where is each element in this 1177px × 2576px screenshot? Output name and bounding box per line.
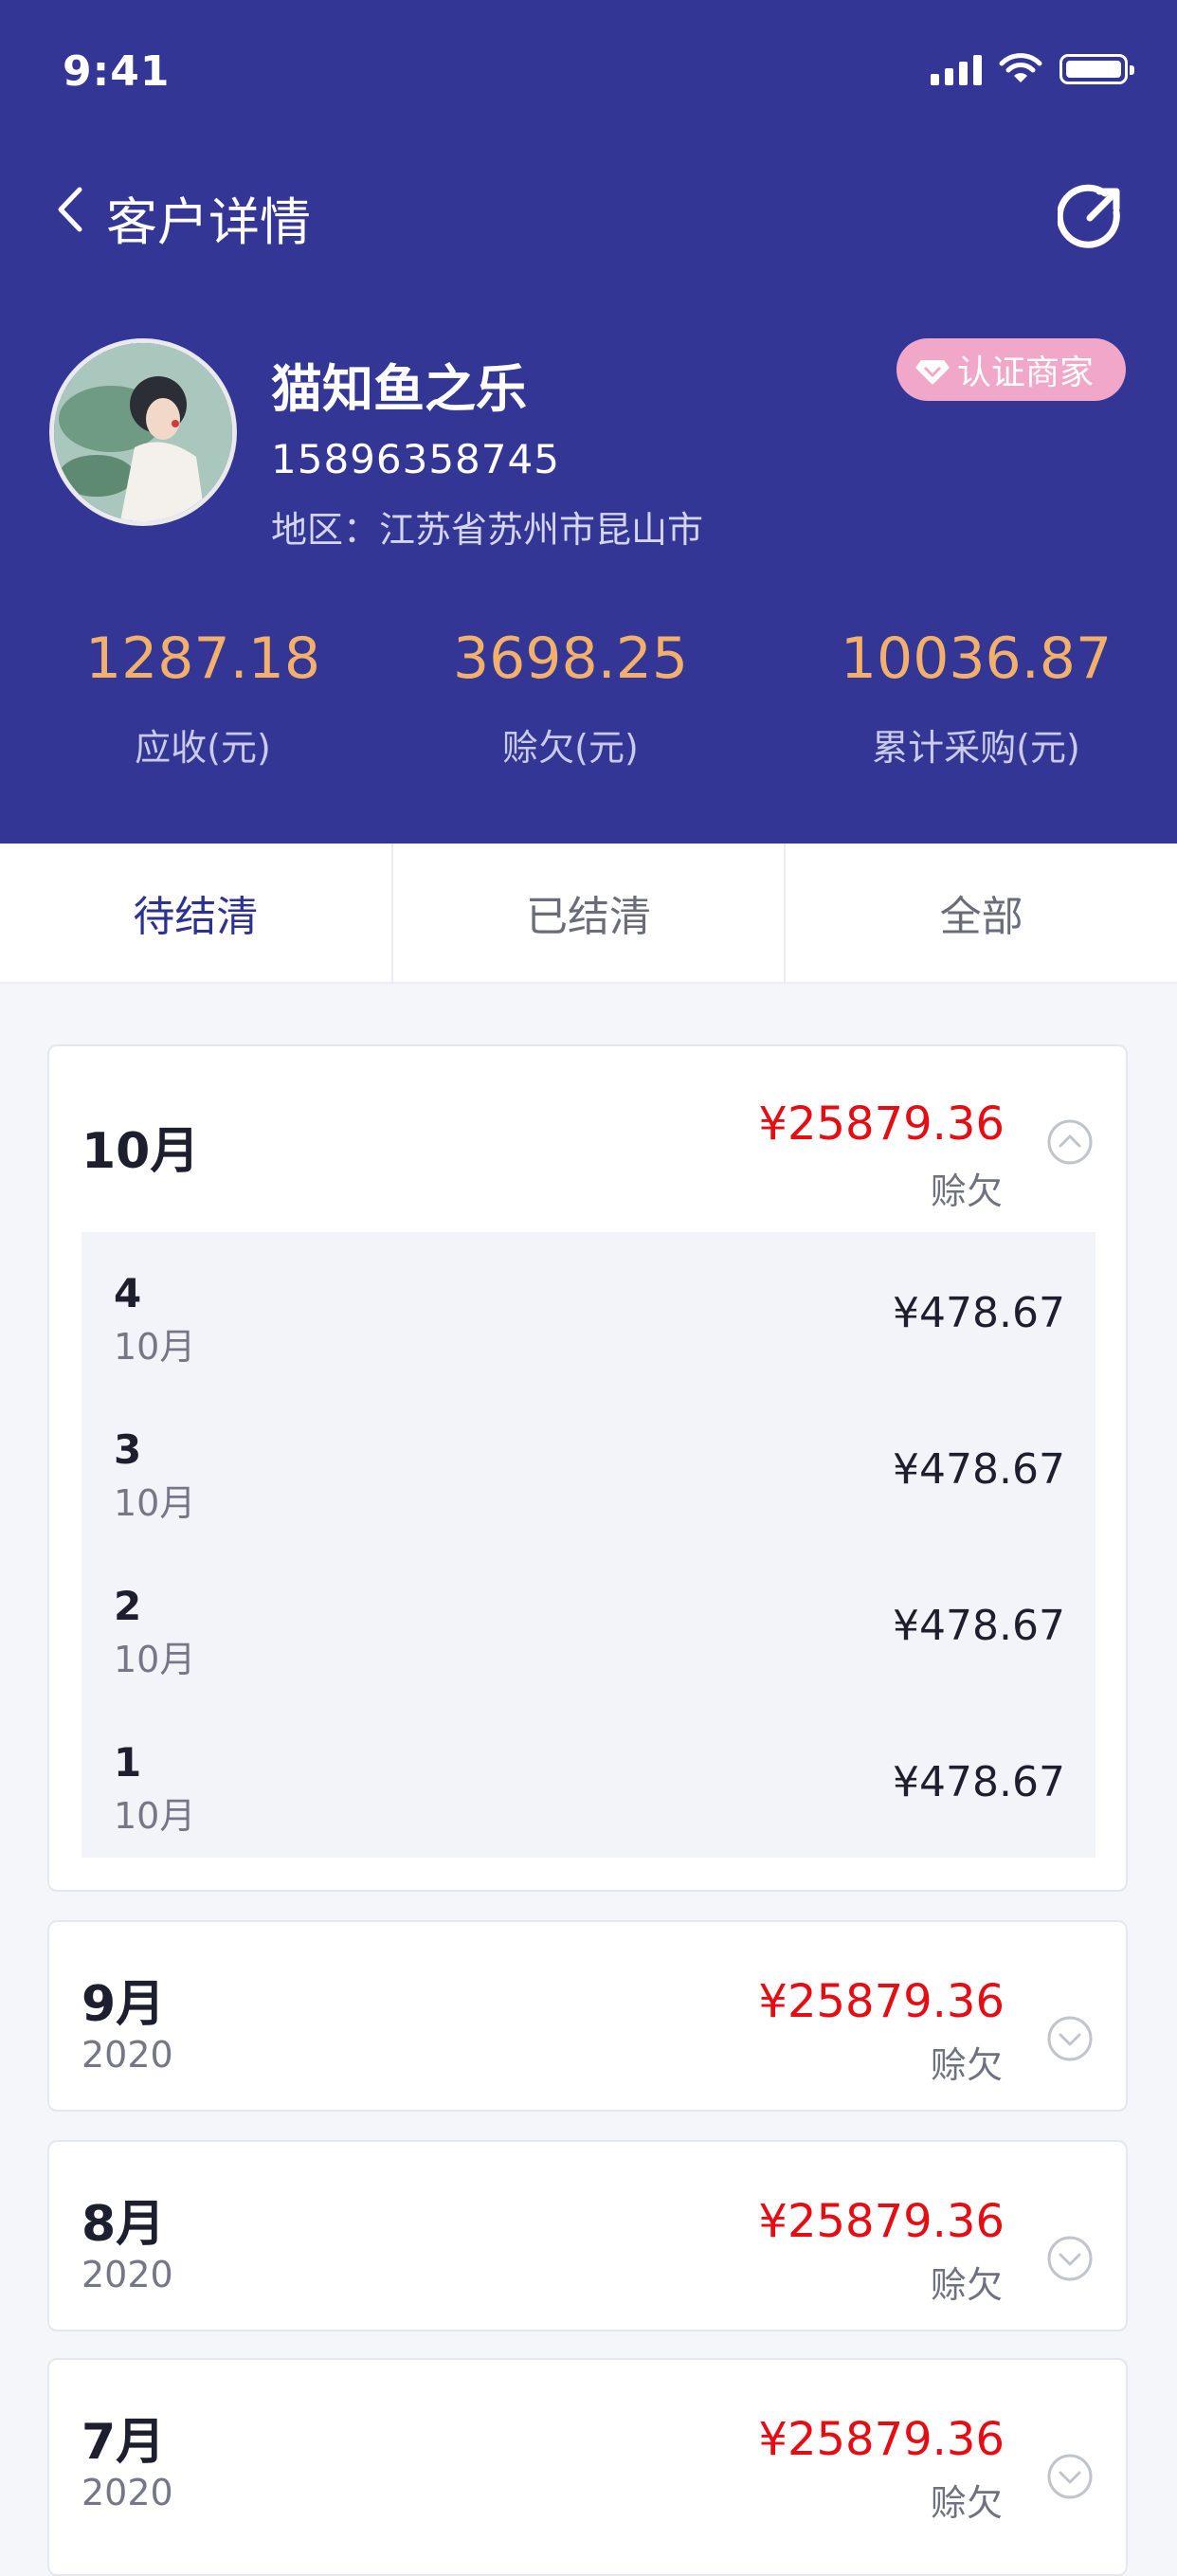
card-month: 8月 <box>81 2196 166 2253</box>
order-number: 1 <box>114 1739 142 1786</box>
order-item[interactable]: 1 10月 ¥478.67 <box>81 1701 1096 1858</box>
stat-label: 赊欠(元) <box>502 727 639 769</box>
order-month: 10月 <box>114 1639 196 1680</box>
card-amount: ¥25879.36 <box>758 2195 1005 2248</box>
certified-merchant-badge: 认证商家 <box>896 338 1126 401</box>
card-amount: ¥25879.36 <box>758 1975 1005 2028</box>
card-amount-label: 赊欠 <box>930 2264 1003 2306</box>
status-time: 9:41 <box>63 47 171 96</box>
tab-settled[interactable]: 已结清 <box>393 844 787 982</box>
order-amount: ¥478.67 <box>893 1445 1065 1494</box>
card-amount: ¥25879.36 <box>758 2413 1005 2466</box>
stat-value: 3698.25 <box>452 626 689 692</box>
customer-header: 9:41 客户详情 猫知鱼之乐 15896358745 地区：江苏省苏州市昆山市… <box>0 0 1177 844</box>
share-icon[interactable] <box>1058 182 1126 250</box>
order-item[interactable]: 3 10月 ¥478.67 <box>81 1388 1096 1545</box>
stat-value: 1287.18 <box>84 626 321 692</box>
cellular-signal-icon <box>931 53 982 85</box>
stat-total-purchase: 10036.87 累计采购(元) <box>824 626 1128 771</box>
month-card-expanded[interactable]: 10月 ¥25879.36 赊欠 4 10月 ¥478.67 3 10月 ¥47… <box>47 1044 1128 1892</box>
card-month: 7月 <box>81 2414 166 2471</box>
card-month: 9月 <box>81 1976 166 2033</box>
order-amount: ¥478.67 <box>893 1758 1065 1806</box>
stat-label: 累计采购(元) <box>872 727 1080 769</box>
stat-receivable: 1287.18 应收(元) <box>51 626 354 771</box>
order-amount: ¥478.67 <box>893 1289 1065 1337</box>
order-month: 10月 <box>114 1326 196 1368</box>
card-amount-label: 赊欠 <box>930 2482 1003 2524</box>
order-number: 4 <box>114 1270 142 1316</box>
diamond-badge-icon <box>915 360 950 385</box>
stat-credit: 3698.25 赊欠(元) <box>419 626 722 771</box>
card-amount-label: 赊欠 <box>930 2044 1003 2086</box>
filter-tabs: 待结清 已结清 全部 <box>0 844 1177 984</box>
order-amount: ¥478.67 <box>893 1602 1065 1650</box>
tab-unsettled[interactable]: 待结清 <box>0 844 393 982</box>
order-number: 3 <box>114 1426 142 1473</box>
back-arrow-icon[interactable] <box>47 176 104 243</box>
month-card[interactable]: 7月 2020 ¥25879.36 赊欠 <box>47 2358 1128 2576</box>
tab-all[interactable]: 全部 <box>786 844 1177 982</box>
order-list: 4 10月 ¥478.67 3 10月 ¥478.67 2 10月 ¥478.6… <box>81 1232 1096 1858</box>
stat-value: 10036.87 <box>840 626 1113 692</box>
wifi-icon <box>999 53 1042 82</box>
order-item[interactable]: 4 10月 ¥478.67 <box>81 1232 1096 1388</box>
customer-name: 猫知鱼之乐 <box>271 359 527 419</box>
collapse-chevron-up-icon[interactable] <box>1046 1118 1094 1166</box>
status-icons <box>931 53 1134 85</box>
customer-region: 地区：江苏省苏州市昆山市 <box>271 509 704 551</box>
card-amount-label: 赊欠 <box>930 1170 1003 1212</box>
card-year: 2020 <box>81 2472 173 2513</box>
battery-icon <box>1059 54 1134 84</box>
card-month: 10月 <box>81 1123 200 1180</box>
order-item[interactable]: 2 10月 ¥478.67 <box>81 1545 1096 1701</box>
expand-chevron-down-icon[interactable] <box>1046 2453 1094 2500</box>
order-month: 10月 <box>114 1482 196 1524</box>
month-card[interactable]: 9月 2020 ¥25879.36 赊欠 <box>47 1920 1128 2112</box>
badge-label: 认证商家 <box>957 354 1095 392</box>
stat-label: 应收(元) <box>135 727 271 769</box>
customer-phone: 15896358745 <box>271 436 560 482</box>
month-card[interactable]: 8月 2020 ¥25879.36 赊欠 <box>47 2140 1128 2331</box>
customer-avatar[interactable] <box>49 338 237 526</box>
order-month: 10月 <box>114 1795 196 1837</box>
expand-chevron-down-icon[interactable] <box>1046 2235 1094 2282</box>
card-year: 2020 <box>81 2254 173 2295</box>
card-year: 2020 <box>81 2034 173 2076</box>
page-title: 客户详情 <box>106 192 311 252</box>
expand-chevron-down-icon[interactable] <box>1046 2015 1094 2062</box>
order-number: 2 <box>114 1583 142 1629</box>
card-amount: ¥25879.36 <box>758 1098 1005 1151</box>
